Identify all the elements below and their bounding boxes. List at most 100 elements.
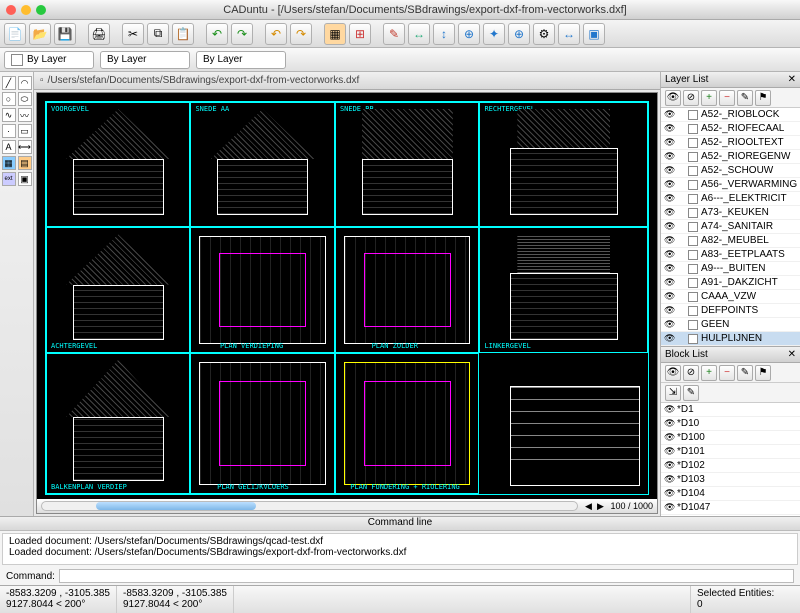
eye-icon[interactable]: 👁	[664, 179, 674, 190]
layer-show-all-button[interactable]: 👁	[665, 90, 681, 106]
layer-row[interactable]: 👁CAAA_VZW	[661, 290, 800, 304]
eye-icon[interactable]: 👁	[664, 432, 674, 443]
block-row[interactable]: 👁*D103	[661, 473, 800, 487]
settings-tool[interactable]: ⚙	[533, 23, 555, 45]
layer-row[interactable]: 👁A6---_ELEKTRICIT	[661, 192, 800, 206]
point-tool[interactable]: ·	[2, 124, 16, 138]
eye-icon[interactable]: 👁	[664, 123, 674, 134]
layer-list[interactable]: 👁A52-_RIOBLOCK👁A52-_RIOFECAAL👁A52-_RIOOL…	[661, 108, 800, 346]
draw-tool[interactable]: ✎	[383, 23, 405, 45]
eye-icon[interactable]: 👁	[664, 193, 674, 204]
line-tool[interactable]: ╱	[2, 76, 16, 90]
layer-color-select[interactable]: By Layer	[4, 51, 94, 69]
dimension-tool[interactable]: ↔	[408, 23, 430, 45]
layer-row[interactable]: 👁A91-_DAKZICHT	[661, 276, 800, 290]
rect-tool[interactable]: ▭	[18, 124, 32, 138]
undo-button[interactable]: ↶	[206, 23, 228, 45]
layer-panel-close-icon[interactable]: ✕	[788, 74, 796, 85]
drawing-canvas[interactable]: VOORGEVEL SNEDE AA SNEDE BB RECHTERGEVEL…	[36, 92, 658, 514]
grid-toggle[interactable]: ▦	[324, 23, 346, 45]
layer-width-select[interactable]: By Layer	[100, 51, 190, 69]
layer-row[interactable]: 👁A74-_SANITAIR	[661, 220, 800, 234]
print-button[interactable]: 🖨	[88, 23, 110, 45]
draft-toggle[interactable]: ⊞	[349, 23, 371, 45]
modify-tool-1[interactable]: ⊕	[458, 23, 480, 45]
eye-icon[interactable]: 👁	[664, 418, 674, 429]
block-hide-all-button[interactable]: ⊘	[683, 365, 699, 381]
layer-edit-button[interactable]: ✎	[737, 90, 753, 106]
block-row[interactable]: 👁*D10	[661, 417, 800, 431]
eye-icon[interactable]: 👁	[664, 305, 674, 316]
layer-row[interactable]: 👁A52-_RIOREGENW	[661, 150, 800, 164]
block-tool[interactable]: ext	[2, 172, 16, 186]
layer-row[interactable]: 👁A9---_BUITEN	[661, 262, 800, 276]
select-tool[interactable]: ▣	[18, 172, 32, 186]
modify-tool-2[interactable]: ✦	[483, 23, 505, 45]
layer-row[interactable]: 👁A52-_RIOOLTEXT	[661, 136, 800, 150]
hscroll-left[interactable]: ◀	[582, 500, 594, 512]
new-file-button[interactable]: 📄	[4, 23, 26, 45]
block-panel-close-icon[interactable]: ✕	[788, 349, 796, 360]
eye-icon[interactable]: 👁	[664, 109, 674, 120]
layer-row[interactable]: 👁A52-_SCHOUW	[661, 164, 800, 178]
modify-tool-4[interactable]: ↔	[558, 23, 580, 45]
eye-icon[interactable]: 👁	[664, 263, 674, 274]
eye-icon[interactable]: 👁	[664, 333, 674, 344]
layer-row[interactable]: 👁A52-_RIOFECAAL	[661, 122, 800, 136]
hscroll-right[interactable]: ▶	[594, 500, 606, 512]
eye-icon[interactable]: 👁	[664, 151, 674, 162]
image-tool[interactable]: ▤	[18, 156, 32, 170]
eye-icon[interactable]: 👁	[664, 319, 674, 330]
document-tab[interactable]: ▫ /Users/stefan/Documents/SBdrawings/exp…	[34, 72, 660, 90]
layer-row[interactable]: 👁A83-_EETPLAATS	[661, 248, 800, 262]
hscroll-thumb[interactable]	[96, 502, 257, 510]
snap-tool-2[interactable]: ↷	[290, 23, 312, 45]
paste-button[interactable]: 📋	[172, 23, 194, 45]
text-tool[interactable]: A	[2, 140, 16, 154]
layer-row[interactable]: 👁GEEN	[661, 318, 800, 332]
block-attr-button[interactable]: ⚑	[755, 365, 771, 381]
eye-icon[interactable]: 👁	[664, 235, 674, 246]
layer-linetype-select[interactable]: By Layer	[196, 51, 286, 69]
eye-icon[interactable]: 👁	[664, 165, 674, 176]
spline-tool[interactable]: 〰	[18, 108, 32, 122]
layer-row[interactable]: 👁DEFPOINTS	[661, 304, 800, 318]
block-remove-button[interactable]: −	[719, 365, 735, 381]
eye-icon[interactable]: 👁	[664, 488, 674, 499]
block-rename-button[interactable]: ✎	[683, 385, 699, 401]
layer-row[interactable]: 👁A52-_RIOBLOCK	[661, 108, 800, 122]
eye-icon[interactable]: 👁	[664, 460, 674, 471]
command-input[interactable]	[59, 569, 794, 583]
layer-add-button[interactable]: +	[701, 90, 717, 106]
block-edit-button[interactable]: ✎	[737, 365, 753, 381]
block-row[interactable]: 👁*D101	[661, 445, 800, 459]
arc-tool[interactable]: ◠	[18, 76, 32, 90]
layer-row[interactable]: 👁A56-_VERWARMING	[661, 178, 800, 192]
block-show-all-button[interactable]: 👁	[665, 365, 681, 381]
eye-icon[interactable]: 👁	[664, 446, 674, 457]
cut-button[interactable]: ✂	[122, 23, 144, 45]
copy-button[interactable]: ⧉	[147, 23, 169, 45]
eye-icon[interactable]: 👁	[664, 137, 674, 148]
layer-row[interactable]: 👁A73-_KEUKEN	[661, 206, 800, 220]
eye-icon[interactable]: 👁	[664, 277, 674, 288]
block-list[interactable]: 👁*D1👁*D10👁*D100👁*D101👁*D102👁*D103👁*D104👁…	[661, 403, 800, 516]
layer-remove-button[interactable]: −	[719, 90, 735, 106]
block-add-button[interactable]: +	[701, 365, 717, 381]
polyline-tool[interactable]: ∿	[2, 108, 16, 122]
eye-icon[interactable]: 👁	[664, 249, 674, 260]
save-file-button[interactable]: 💾	[54, 23, 76, 45]
eye-icon[interactable]: 👁	[664, 207, 674, 218]
redo-button[interactable]: ↷	[231, 23, 253, 45]
block-row[interactable]: 👁*D104	[661, 487, 800, 501]
eye-icon[interactable]: 👁	[664, 474, 674, 485]
modify-tool-5[interactable]: ▣	[583, 23, 605, 45]
block-row[interactable]: 👁*D102	[661, 459, 800, 473]
layer-row[interactable]: 👁A82-_MEUBEL	[661, 234, 800, 248]
dimension-tool-left[interactable]: ⟷	[18, 140, 32, 154]
block-row[interactable]: 👁*D1047	[661, 501, 800, 515]
eye-icon[interactable]: 👁	[664, 291, 674, 302]
minimize-window-button[interactable]	[21, 5, 31, 15]
open-file-button[interactable]: 📂	[29, 23, 51, 45]
layer-attr-button[interactable]: ⚑	[755, 90, 771, 106]
